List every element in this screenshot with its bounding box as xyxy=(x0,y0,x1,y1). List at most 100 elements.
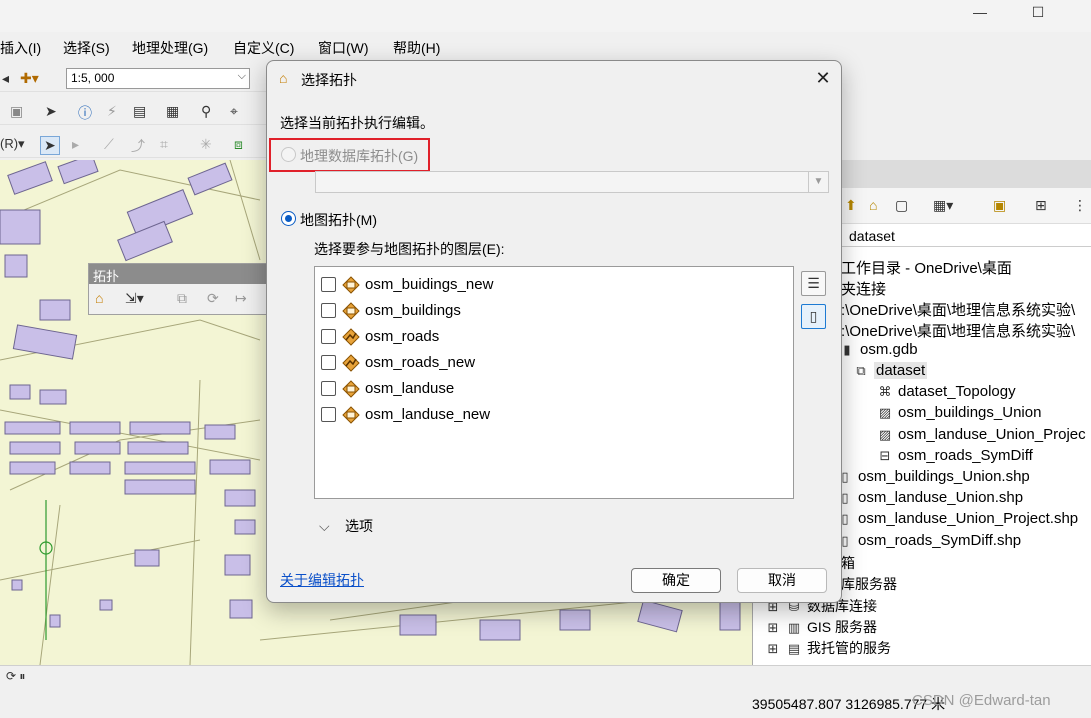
goto-xy-icon[interactable]: ⌖ xyxy=(230,103,238,120)
refresh-icon[interactable]: ⟳ ⏸ xyxy=(6,669,25,684)
tree-item-label: osm_roads_SymDiff.shp xyxy=(858,532,1022,549)
views-icon[interactable]: ▦▾ xyxy=(933,197,953,214)
polygon-layer-icon xyxy=(342,380,360,398)
polygon-layer-icon xyxy=(342,302,360,320)
ok-button[interactable]: 确定 xyxy=(631,568,721,593)
tree-item-toolboxes[interactable]: 箱 xyxy=(841,553,855,573)
tree-item-label: 夹连接 xyxy=(841,281,887,298)
layer-checkbox[interactable] xyxy=(321,329,336,344)
align-edge-icon[interactable]: ↦ xyxy=(235,290,247,307)
layer-list[interactable]: osm_buidings_new osm_buildings osm_roads… xyxy=(314,266,794,499)
standard-toolbar: ◂ ✚▾ 1:5, 000 ⌵ xyxy=(0,66,270,92)
menu-geoprocessing[interactable]: 地理处理(G) xyxy=(132,38,208,58)
menu-customize[interactable]: 自定义(C) xyxy=(233,38,294,58)
tree-item-gdb[interactable]: ▮ osm.gdb xyxy=(839,341,917,358)
app-title-bar: — ☐ xyxy=(0,0,1091,32)
options-icon[interactable]: ⋮ xyxy=(1073,197,1087,214)
select-all-layers-button[interactable]: ☰ xyxy=(801,271,826,296)
polygon-layer-icon xyxy=(342,406,360,424)
tree-item-shp-buildings[interactable]: ▯ osm_buildings_Union.shp xyxy=(837,468,1029,485)
tree-item-folder-connections[interactable]: 夹连接 xyxy=(841,278,886,299)
tree-item-db-servers[interactable]: 库服务器 xyxy=(841,574,897,594)
line-fc-icon: ⊟ xyxy=(879,448,891,463)
html-popup-icon[interactable]: ▤ xyxy=(133,103,146,120)
editor-toolbar: (R)▾ ➤ ▸ ⟋ ⤴ ⌗ ✳ ⧈ xyxy=(0,132,270,158)
map-scale-combo[interactable]: 1:5, 000 ⌵ xyxy=(66,68,250,89)
select-topology-icon[interactable]: ⌂ xyxy=(95,290,103,306)
lightning-icon[interactable]: ⚡ xyxy=(107,103,117,120)
topology-edit-tool-icon[interactable]: ⇲▾ xyxy=(125,290,144,307)
tree-item-gis-servers[interactable]: ⊞ ▥ GIS 服务器 xyxy=(765,617,877,637)
measure-icon[interactable]: ▦ xyxy=(166,103,179,120)
chevron-down-icon[interactable]: ▼ xyxy=(808,172,828,192)
topology-edit-icon[interactable]: ⧈ xyxy=(234,136,243,153)
tree-item-label: osm_roads_SymDiff xyxy=(898,447,1033,464)
about-editing-topology-link[interactable]: 关于编辑拓扑 xyxy=(280,570,364,590)
back-arrow-icon[interactable]: ◂ xyxy=(2,70,9,87)
layout-icon[interactable]: ▣ xyxy=(10,103,23,120)
layer-checkbox[interactable] xyxy=(321,407,336,422)
cancel-button[interactable]: 取消 xyxy=(737,568,827,593)
menu-bar: 插入(I) 选择(S) 地理处理(G) 自定义(C) 窗口(W) 帮助(H) xyxy=(0,33,1091,59)
add-data-icon[interactable]: ✚▾ xyxy=(20,70,39,87)
topology-toolbar[interactable]: 拓扑 ⌂ ⇲▾ ⧉ ⟳ ↦ xyxy=(88,263,268,315)
layers-label: 选择要参与地图拓扑的图层(E): xyxy=(314,241,505,257)
menu-window[interactable]: 窗口(W) xyxy=(318,38,369,58)
chevron-down-icon: ⌵ xyxy=(319,518,330,534)
straight-segment-icon[interactable]: ⟋ xyxy=(104,136,114,153)
tree-item-folder-1[interactable]: :\OneDrive\桌面\地理信息系统实验\ xyxy=(841,299,1075,320)
chevron-down-icon[interactable]: ⌵ xyxy=(238,70,246,83)
tree-item-topology[interactable]: ⌘ dataset_Topology xyxy=(877,383,1016,400)
tree-item-shp-landuse-project[interactable]: ▯ osm_landuse_Union_Project.shp xyxy=(837,510,1078,527)
reshape-icon[interactable]: ⌗ xyxy=(160,136,168,153)
line-layer-icon xyxy=(342,328,360,346)
select-pointer-icon[interactable]: ➤ xyxy=(45,103,57,120)
tree-item-shp-landuse[interactable]: ▯ osm_landuse_Union.shp xyxy=(837,489,1023,506)
find-binoculars-icon[interactable]: ⚲ xyxy=(201,103,211,120)
maximize-button[interactable]: ☐ xyxy=(1028,4,1048,20)
layer-checkbox[interactable] xyxy=(321,381,336,396)
tree-item-fc-buildings[interactable]: ▨ osm_buildings_Union xyxy=(877,404,1042,421)
tree-item-fc-landuse[interactable]: ▨ osm_landuse_Union_Projec xyxy=(877,426,1086,443)
layer-name: osm_roads xyxy=(365,328,440,345)
split-icon[interactable]: ✳ xyxy=(200,136,212,153)
trace-icon[interactable]: ⤴ xyxy=(131,136,145,156)
layer-checkbox[interactable] xyxy=(321,303,336,318)
edit-tool-icon[interactable]: ➤ xyxy=(40,136,60,155)
identify-icon[interactable]: ⓘ xyxy=(78,103,92,123)
expand-icon[interactable]: ⊞ xyxy=(765,620,781,636)
close-button[interactable]: ✕ xyxy=(812,67,834,89)
tree-item-hosted-services[interactable]: ⊞ ▤ 我托管的服务 xyxy=(765,638,891,658)
expand-icon[interactable]: ⊞ xyxy=(765,641,781,657)
tree-item-fc-roads[interactable]: ⊟ osm_roads_SymDiff xyxy=(877,447,1033,464)
map-topology-radio[interactable] xyxy=(281,211,296,226)
clear-all-layers-button[interactable]: ▯ xyxy=(801,304,826,329)
tree-item-label: 库服务器 xyxy=(841,576,897,592)
shared-features-icon[interactable]: ⧉ xyxy=(177,290,187,307)
menu-help[interactable]: 帮助(H) xyxy=(393,38,440,58)
new-folder-icon[interactable]: ▣ xyxy=(993,197,1006,214)
up-folder-icon[interactable]: ⬆ xyxy=(845,197,857,214)
layer-name: osm_buidings_new xyxy=(365,276,494,293)
toggle-tree-icon[interactable]: ⊞ xyxy=(1035,197,1047,214)
home-icon[interactable]: ⌂ xyxy=(869,197,877,213)
tree-item-shp-roads[interactable]: ▯ osm_roads_SymDiff.shp xyxy=(837,532,1021,549)
editor-menu[interactable]: (R)▾ xyxy=(0,136,25,152)
reshape-edge-icon[interactable]: ⟳ xyxy=(207,290,219,307)
options-label: 选项 xyxy=(345,518,373,534)
tree-item-dataset[interactable]: ⧉ dataset xyxy=(853,362,928,379)
geodatabase-topology-radio[interactable] xyxy=(281,147,296,162)
select-topology-dialog: ⌂ 选择拓扑 ✕ 选择当前拓扑执行编辑。 地理数据库拓扑(G) ▼ 地图拓扑(M… xyxy=(266,60,842,603)
tree-item-folder-2[interactable]: :\OneDrive\桌面\地理信息系统实验\ xyxy=(841,320,1075,341)
connect-folder-icon[interactable]: ▢ xyxy=(895,197,908,214)
geodatabase-topology-select[interactable]: ▼ xyxy=(315,171,829,193)
tree-item-home[interactable]: 工作目录 - OneDrive\桌面 xyxy=(841,257,1012,278)
layer-checkbox[interactable] xyxy=(321,277,336,292)
menu-select[interactable]: 选择(S) xyxy=(63,38,110,58)
menu-insert[interactable]: 插入(I) xyxy=(0,38,41,58)
dataset-icon: ⧉ xyxy=(856,363,866,378)
minimize-button[interactable]: — xyxy=(970,4,990,20)
edit-annotation-icon[interactable]: ▸ xyxy=(72,136,79,153)
options-expander[interactable]: ⌵ 选项 xyxy=(319,516,373,536)
layer-checkbox[interactable] xyxy=(321,355,336,370)
